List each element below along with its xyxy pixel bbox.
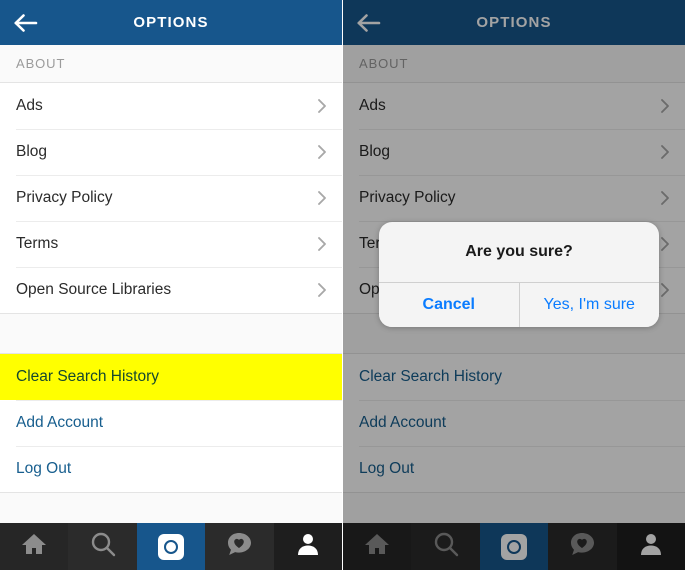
- log-out-button[interactable]: Log Out: [343, 446, 685, 492]
- dialog-body: Are you sure?: [379, 222, 659, 282]
- right-phone-screen: OPTIONS ABOUT Ads Blog Privacy Policy Op…: [342, 0, 685, 570]
- section-header-about: ABOUT: [343, 45, 685, 83]
- section-header-label: ABOUT: [16, 56, 66, 71]
- home-icon: [21, 532, 47, 561]
- search-icon: [433, 531, 459, 562]
- page-title: OPTIONS: [476, 14, 552, 31]
- clear-search-history-button[interactable]: Clear Search History: [0, 354, 342, 400]
- dialog-actions: Cancel Yes, I'm sure: [379, 282, 659, 327]
- profile-icon: [296, 532, 320, 561]
- chevron-right-icon: [316, 144, 328, 160]
- cancel-button[interactable]: Cancel: [379, 283, 519, 327]
- chevron-right-icon: [316, 190, 328, 206]
- dialog-title: Are you sure?: [465, 243, 573, 260]
- list-item-terms[interactable]: Terms: [0, 221, 342, 267]
- list-item-label: Blog: [16, 143, 48, 160]
- bottom-tab-bar: [343, 523, 685, 570]
- add-account-button[interactable]: Add Account: [0, 400, 342, 446]
- confirm-button[interactable]: Yes, I'm sure: [518, 283, 659, 327]
- add-account-button[interactable]: Add Account: [343, 400, 685, 446]
- list-item-label: Log Out: [359, 460, 415, 477]
- about-list: Ads Blog Privacy Policy Terms: [0, 83, 342, 313]
- section-header-about: ABOUT: [0, 45, 342, 83]
- navigation-bar: OPTIONS: [0, 0, 342, 45]
- chevron-right-icon: [316, 98, 328, 114]
- list-item-label: Privacy Policy: [359, 189, 456, 206]
- log-out-button[interactable]: Log Out: [0, 446, 342, 492]
- camera-icon: [501, 533, 528, 560]
- list-item-label: Blog: [359, 143, 391, 160]
- home-icon: [364, 532, 390, 561]
- list-item-blog[interactable]: Blog: [0, 129, 342, 175]
- back-arrow-icon[interactable]: [13, 10, 39, 36]
- chevron-right-icon: [659, 190, 671, 206]
- list-item-label: Ads: [359, 97, 386, 114]
- account-actions-list: Clear Search History Add Account Log Out: [0, 354, 342, 492]
- tab-profile[interactable]: [616, 523, 685, 570]
- tab-camera[interactable]: [479, 523, 549, 570]
- chevron-right-icon: [659, 144, 671, 160]
- list-item-label: Ads: [16, 97, 43, 114]
- section-gap: [0, 313, 342, 354]
- chevron-right-icon: [316, 236, 328, 252]
- chevron-right-icon: [659, 98, 671, 114]
- confirmation-dialog: Are you sure? Cancel Yes, I'm sure: [379, 222, 659, 327]
- list-item-label: Add Account: [16, 414, 104, 431]
- tab-profile[interactable]: [273, 523, 342, 570]
- tab-home[interactable]: [0, 523, 69, 570]
- camera-lens-ring: [164, 539, 179, 554]
- tab-home[interactable]: [343, 523, 412, 570]
- activity-heart-icon: [569, 531, 595, 562]
- navigation-bar: OPTIONS: [343, 0, 685, 45]
- list-item-privacy-policy[interactable]: Privacy Policy: [343, 175, 685, 221]
- tab-search[interactable]: [411, 523, 480, 570]
- profile-icon: [639, 532, 663, 561]
- list-item-blog[interactable]: Blog: [343, 129, 685, 175]
- camera-icon: [158, 533, 185, 560]
- list-item-label: Terms: [16, 235, 59, 252]
- list-item-ads[interactable]: Ads: [0, 83, 342, 129]
- list-item-label: Add Account: [359, 414, 447, 431]
- list-item-label: Clear Search History: [359, 368, 502, 385]
- left-phone-screen: OPTIONS ABOUT Ads Blog Privacy Policy Te…: [0, 0, 342, 570]
- tab-activity[interactable]: [548, 523, 617, 570]
- search-icon: [90, 531, 116, 562]
- tab-search[interactable]: [68, 523, 137, 570]
- list-item-ads[interactable]: Ads: [343, 83, 685, 129]
- chevron-right-icon: [659, 282, 671, 298]
- list-item-label: Clear Search History: [16, 368, 159, 385]
- chevron-right-icon: [316, 282, 328, 298]
- list-item-label: Log Out: [16, 460, 72, 477]
- tab-activity[interactable]: [205, 523, 274, 570]
- tab-camera[interactable]: [136, 523, 206, 570]
- camera-lens-ring: [507, 539, 522, 554]
- list-item-open-source-libraries[interactable]: Open Source Libraries: [0, 267, 342, 313]
- section-header-label: ABOUT: [359, 56, 409, 71]
- list-item-privacy-policy[interactable]: Privacy Policy: [0, 175, 342, 221]
- bottom-tab-bar: [0, 523, 342, 570]
- page-title: OPTIONS: [133, 14, 209, 31]
- screenshot-stage: OPTIONS ABOUT Ads Blog Privacy Policy Te…: [0, 0, 685, 570]
- clear-search-history-button[interactable]: Clear Search History: [343, 354, 685, 400]
- chevron-right-icon: [659, 236, 671, 252]
- list-item-label: Open Source Libraries: [16, 281, 172, 298]
- list-item-label: Privacy Policy: [16, 189, 113, 206]
- activity-heart-icon: [226, 531, 252, 562]
- back-arrow-icon[interactable]: [356, 10, 382, 36]
- account-actions-list: Clear Search History Add Account Log Out: [343, 354, 685, 492]
